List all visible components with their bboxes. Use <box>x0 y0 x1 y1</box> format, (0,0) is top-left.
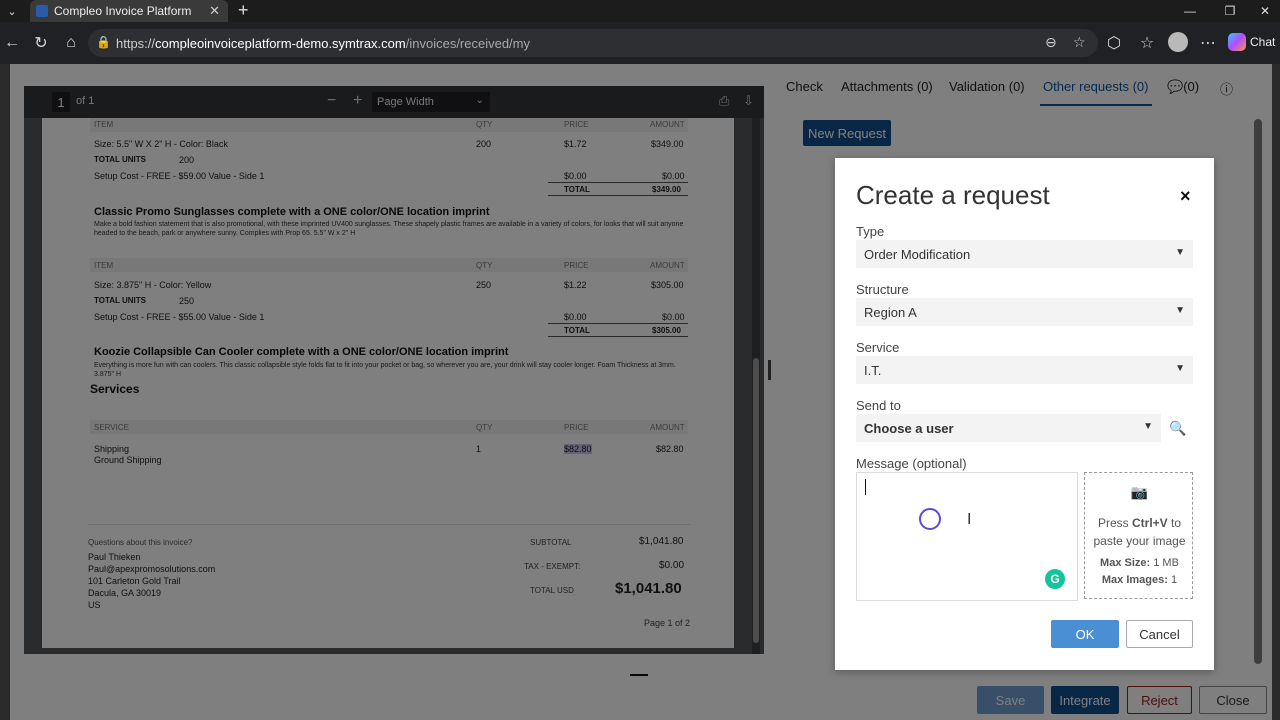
structure-value: Region A <box>864 304 917 320</box>
url-bar[interactable]: 🔒 https://compleoinvoiceplatform-demo.sy… <box>88 29 1098 57</box>
paste-instructions: Press Ctrl+V to paste your image <box>1085 514 1194 550</box>
type-value: Order Modification <box>864 246 971 262</box>
service-select[interactable]: I.T. ▼ <box>856 356 1193 384</box>
star-icon[interactable]: ☆ <box>1073 34 1086 51</box>
search-icon[interactable]: 🔍 <box>1169 420 1186 437</box>
chat-label: Chat <box>1250 35 1276 49</box>
paste-image-text: paste your image <box>1093 534 1186 548</box>
paste-keys: Ctrl+V <box>1131 516 1168 530</box>
paste-to: to <box>1171 516 1182 530</box>
cursor-highlight-icon <box>919 508 941 530</box>
modal-title: Create a request <box>856 180 1050 210</box>
extensions-icon[interactable]: ⬡ <box>1104 33 1124 53</box>
lock-icon: 🔒 <box>96 35 111 49</box>
max-images-value: 1 <box>1170 574 1178 586</box>
tab-close-icon[interactable]: ✕ <box>209 3 220 19</box>
send-to-label: Send to <box>856 398 901 413</box>
favorites-icon[interactable]: ☆ <box>1137 33 1157 53</box>
address-bar-row: ← ↻ ⌂ 🔒 https://compleoinvoiceplatform-d… <box>0 22 1280 64</box>
send-to-select[interactable]: Choose a user ▼ <box>856 414 1161 442</box>
type-select[interactable]: Order Modification ▼ <box>856 240 1193 268</box>
caret-down-icon: ▼ <box>1175 363 1185 374</box>
ibeam-cursor-icon: I <box>967 511 972 528</box>
maximize-icon[interactable]: ❐ <box>1210 0 1250 22</box>
url-path: /invoices/received/my <box>405 35 531 51</box>
minimize-icon[interactable]: — <box>1170 0 1210 22</box>
grammarly-icon[interactable]: G <box>1045 569 1065 589</box>
caret-down-icon: ▼ <box>1143 421 1153 432</box>
url-host: compleoinvoiceplatform-demo.symtrax.com <box>155 35 406 51</box>
copilot-icon <box>1228 33 1246 51</box>
close-window-icon[interactable]: ✕ <box>1245 0 1280 22</box>
paste-press: Press <box>1097 516 1129 530</box>
create-request-modal: Create a request × Type Order Modificati… <box>835 158 1214 670</box>
close-icon[interactable]: × <box>1180 186 1191 207</box>
caret-down-icon: ▼ <box>1175 247 1185 258</box>
ok-button[interactable]: OK <box>1051 620 1119 648</box>
text-caret <box>865 479 866 495</box>
profile-avatar[interactable] <box>1168 32 1188 52</box>
more-icon[interactable]: ⋯ <box>1198 33 1218 53</box>
send-to-value: Choose a user <box>864 420 954 436</box>
service-label: Service <box>856 340 900 355</box>
browser-titlebar: ⌄ Compleo Invoice Platform ✕ + — ❐ ✕ <box>0 0 1280 22</box>
max-size-value: 1 MB <box>1153 557 1179 569</box>
structure-label: Structure <box>856 282 909 297</box>
browser-tab[interactable]: Compleo Invoice Platform ✕ <box>30 0 228 22</box>
service-value: I.T. <box>864 362 882 378</box>
image-paste-zone[interactable]: 📷 Press Ctrl+V to paste your image Max S… <box>1084 472 1193 599</box>
max-images-label: Max Images: <box>1101 574 1168 586</box>
message-label: Message (optional) <box>856 456 967 471</box>
tab-title: Compleo Invoice Platform <box>54 4 192 18</box>
cancel-button[interactable]: Cancel <box>1126 620 1193 648</box>
new-tab-icon[interactable]: + <box>238 0 249 22</box>
url-prefix: https:// <box>116 35 156 51</box>
camera-icon: 📷 <box>1130 484 1149 500</box>
refresh-icon[interactable]: ↻ <box>31 33 51 53</box>
max-size-label: Max Size: <box>1100 557 1151 569</box>
caret-down-icon: ▼ <box>1175 305 1185 316</box>
reader-icon[interactable]: ⊖ <box>1045 34 1057 51</box>
back-icon[interactable]: ← <box>2 33 22 53</box>
message-textarea[interactable]: I G <box>856 472 1078 601</box>
type-label: Type <box>856 224 885 239</box>
paste-limits: Max Size: 1 MB Max Images: 1 <box>1085 555 1194 589</box>
home-icon[interactable]: ⌂ <box>61 33 81 53</box>
chat-button[interactable]: Chat <box>1228 33 1275 51</box>
tab-actions-icon[interactable]: ⌄ <box>0 0 24 22</box>
structure-select[interactable]: Region A ▼ <box>856 298 1193 326</box>
favicon-icon <box>36 5 48 17</box>
